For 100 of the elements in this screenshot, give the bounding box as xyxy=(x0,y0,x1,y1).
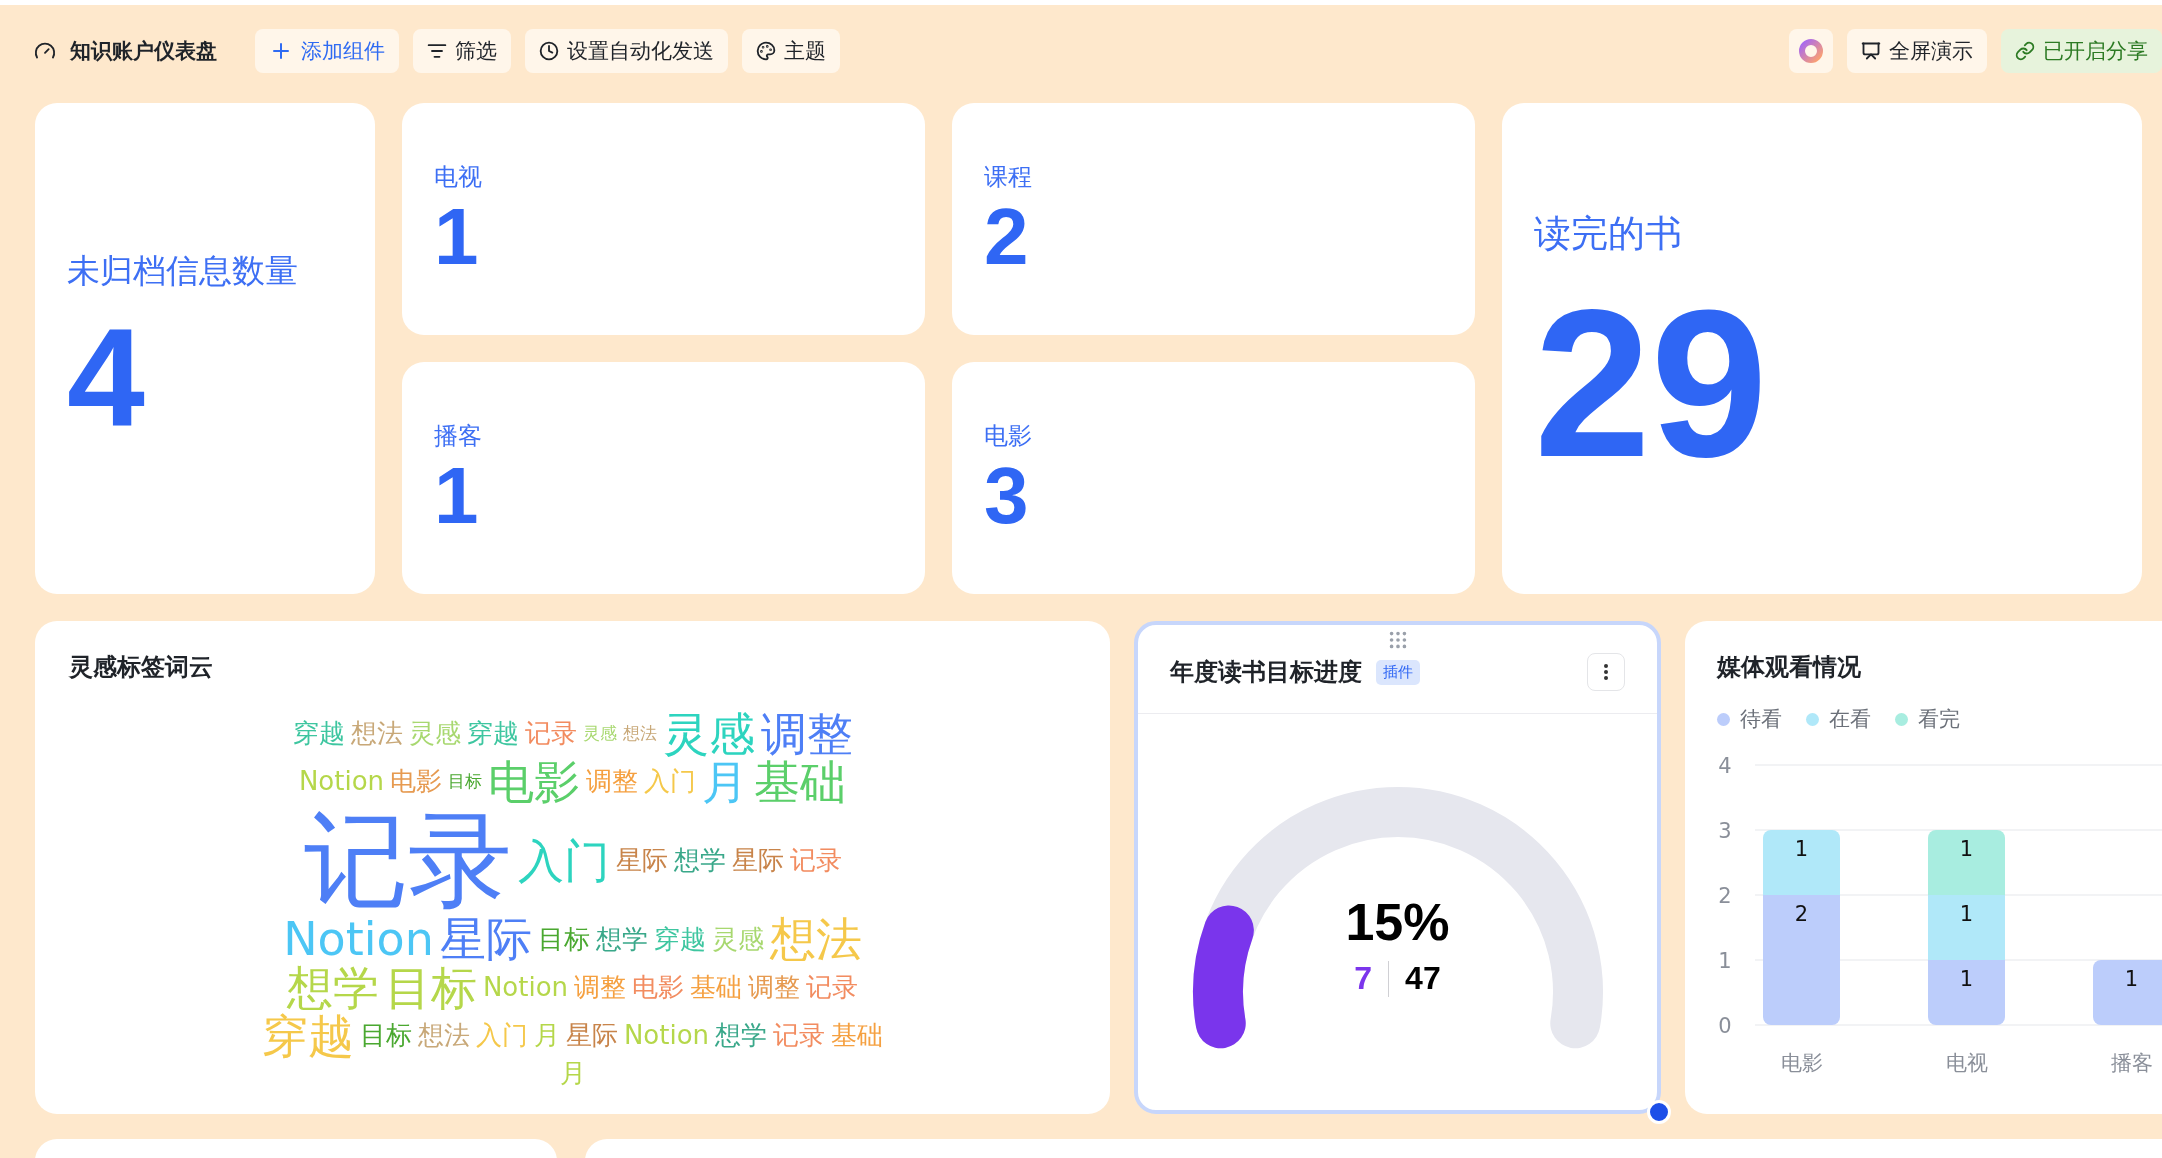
resize-handle[interactable] xyxy=(1647,1100,1671,1124)
cloud-word: 穿越 xyxy=(466,720,519,748)
bar-value-label: 1 xyxy=(2124,967,2139,991)
cloud-word: 月 xyxy=(702,757,749,807)
cloud-word: 穿越 xyxy=(292,720,345,748)
cloud-word: 想学 xyxy=(715,1022,768,1050)
cloud-word: 目标 xyxy=(537,925,590,954)
stat-value: 4 xyxy=(67,308,146,448)
link-icon xyxy=(2015,41,2035,61)
dashboard-title: 知识账户仪表盘 xyxy=(70,38,217,65)
cloud-word: 记录 xyxy=(773,1022,826,1050)
axis-tick-label: 1 xyxy=(1718,949,1732,973)
cloud-word: 入门 xyxy=(644,768,697,796)
cloud-word: 月 xyxy=(559,1060,586,1088)
cloud-word: 调整 xyxy=(574,974,627,1002)
cloud-word: 目标 xyxy=(359,1022,412,1050)
axis-tick-label: 4 xyxy=(1718,754,1732,778)
cloud-word: 记录 xyxy=(524,720,577,748)
share-button[interactable]: 已开启分享 xyxy=(2001,29,2162,73)
bar-value-label: 1 xyxy=(1959,967,1974,991)
stat-value: 2 xyxy=(984,197,1030,277)
cloud-word: Notion xyxy=(623,1022,710,1050)
cloud-word: 灵感 xyxy=(711,925,764,954)
cloud-word: 星际 xyxy=(615,847,668,875)
stat-label: 电视 xyxy=(434,162,483,193)
theme-button[interactable]: 主题 xyxy=(742,29,840,73)
cloud-word: 想法 xyxy=(622,724,657,743)
bar-value-label: 1 xyxy=(1959,902,1974,926)
plugin-badge: 插件 xyxy=(1376,659,1420,685)
cloud-word: 电影 xyxy=(488,757,581,807)
cloud-word: 星际 xyxy=(439,915,532,964)
axis-tick-label: 3 xyxy=(1718,819,1732,843)
total-count: 47 xyxy=(1405,960,1441,997)
more-button[interactable] xyxy=(1587,653,1625,691)
clock-icon xyxy=(539,41,559,61)
card-title: 灵感标签词云 xyxy=(69,653,213,681)
stat-label: 电影 xyxy=(984,421,1033,452)
stat-label: 播客 xyxy=(434,421,483,452)
cloud-word: 想学 xyxy=(673,847,726,875)
category-label: 电视 xyxy=(1945,1051,1988,1075)
bar-value-label: 1 xyxy=(1959,837,1974,861)
cloud-word: 穿越 xyxy=(261,1011,354,1061)
stat-label: 读完的书 xyxy=(1534,210,1683,257)
stat-value: 3 xyxy=(984,456,1030,536)
fullscreen-button[interactable]: 全屏演示 xyxy=(1847,29,1987,73)
card-title: 媒体观看情况 xyxy=(1717,652,1862,683)
axis-tick-label: 2 xyxy=(1718,884,1732,908)
axis-tick-label: 0 xyxy=(1718,1014,1732,1038)
stat-value: 1 xyxy=(434,197,480,277)
cloud-word: 入门 xyxy=(475,1022,528,1050)
more-icon xyxy=(1604,664,1608,680)
cloud-word: 灵感 xyxy=(582,724,617,743)
ai-button[interactable] xyxy=(1789,29,1833,73)
cloud-word: 灵感 xyxy=(662,709,755,758)
legend-label: 待看 xyxy=(1740,706,1782,733)
cloud-word: 入门 xyxy=(517,836,610,885)
filter-button[interactable]: 筛选 xyxy=(413,29,511,73)
done-count: 7 xyxy=(1354,960,1373,997)
cloud-word: 月 xyxy=(533,1022,560,1050)
cloud-word: 想法 xyxy=(417,1022,470,1050)
category-label: 播客 xyxy=(2110,1051,2153,1075)
cloud-word: 调整 xyxy=(586,768,639,796)
cloud-word: 基础 xyxy=(690,974,743,1002)
category-label: 电影 xyxy=(1780,1051,1823,1075)
cloud-word: 想法 xyxy=(769,915,862,964)
cloud-word: 记录 xyxy=(303,806,512,916)
cloud-word: 记录 xyxy=(789,847,842,875)
cloud-word: 穿越 xyxy=(653,925,706,954)
cloud-word: 基础 xyxy=(754,757,847,807)
automation-button[interactable]: 设置自动化发送 xyxy=(525,29,728,73)
cloud-word: 电影 xyxy=(390,768,443,796)
cloud-word: 想法 xyxy=(350,720,403,748)
stat-label: 课程 xyxy=(984,162,1033,193)
ring-icon xyxy=(1798,38,1824,64)
stat-value: 29 xyxy=(1534,278,1769,489)
cloud-word: 基础 xyxy=(831,1022,884,1050)
bar-value-label: 1 xyxy=(1794,837,1809,861)
cloud-word: 想学 xyxy=(286,963,379,1012)
gauge-percent: 15% xyxy=(1345,892,1450,952)
cloud-word: 想学 xyxy=(595,925,648,954)
cloud-word: 星际 xyxy=(565,1022,618,1050)
legend-label: 在看 xyxy=(1829,706,1871,733)
card-title: 年度读书目标进度 xyxy=(1170,657,1362,688)
stat-value: 1 xyxy=(434,456,480,536)
cloud-word: 目标 xyxy=(384,963,477,1012)
cloud-word: 电影 xyxy=(632,974,685,1002)
filter-icon xyxy=(427,41,447,61)
cloud-word: 记录 xyxy=(806,974,859,1002)
cloud-word: Notion xyxy=(283,915,434,964)
bar-segment xyxy=(2093,960,2162,1025)
cloud-word: 目标 xyxy=(448,773,483,791)
cloud-word: Notion xyxy=(482,974,569,1002)
cloud-word: 灵感 xyxy=(408,720,461,748)
stat-label: 未归档信息数量 xyxy=(67,250,299,292)
cloud-word: 调整 xyxy=(760,709,853,758)
presentation-icon xyxy=(1861,41,1881,61)
cloud-word: 调整 xyxy=(748,974,801,1002)
legend-label: 看完 xyxy=(1918,706,1960,733)
palette-icon xyxy=(756,41,776,61)
add-widget-button[interactable]: 添加组件 xyxy=(255,29,399,73)
